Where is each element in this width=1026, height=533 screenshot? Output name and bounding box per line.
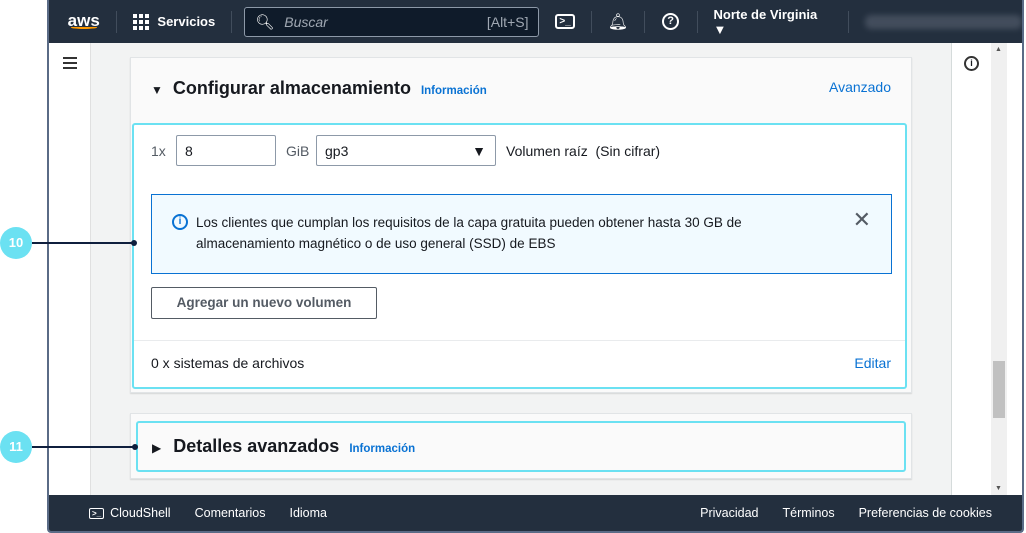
volume-size-input[interactable]: 8 [176, 135, 276, 166]
cloudshell-button[interactable]: >_ CloudShell [65, 506, 171, 520]
region-selector[interactable]: Norte de Virginia ▼ [713, 7, 831, 37]
free-tier-alert: i Los clientes que cumplan los requisito… [151, 194, 892, 274]
callout-dot [132, 444, 138, 450]
scroll-up-icon[interactable]: ▲ [995, 46, 1002, 53]
cloudshell-icon: >_ [89, 507, 105, 519]
cloudshell-icon[interactable]: >_ [555, 14, 575, 29]
scrollbar[interactable]: ▲ ▼ [991, 43, 1007, 495]
storage-volume-panel: 1x 8 GiB gp3 ▼ Volumen raíz (Sin cifrar) … [132, 123, 907, 389]
bell-icon[interactable]: 🔔︎ [608, 12, 628, 32]
callout-dot [131, 240, 137, 246]
advanced-details-card: ▶ Detalles avanzados Información [130, 413, 912, 479]
privacy-link[interactable]: Privacidad [700, 506, 758, 520]
footer: >_ CloudShell Comentarios Idioma Privacid… [49, 495, 1022, 531]
account-menu[interactable] [864, 14, 1022, 29]
callout-line [32, 446, 135, 448]
edit-link[interactable]: Editar [854, 355, 891, 371]
close-icon[interactable]: ✕ [853, 209, 871, 231]
callout-badge-11: 11 [0, 431, 32, 463]
caret-down-icon: ▼ [472, 143, 486, 159]
top-nav: aws Servicios 🔍︎ Buscar [Alt+S] >_ 🔔︎ ? … [49, 0, 1022, 43]
advanced-details-header[interactable]: ▶ Detalles avanzados Información [136, 421, 906, 472]
callout-badge-10: 10 [0, 227, 32, 259]
add-volume-button[interactable]: Agregar un nuevo volumen [151, 287, 377, 319]
help-panel: i [951, 43, 991, 495]
cookies-link[interactable]: Preferencias de cookies [859, 506, 992, 520]
info-icon: i [172, 214, 188, 230]
caret-down-icon: ▼ [713, 21, 727, 37]
comments-link[interactable]: Comentarios [195, 506, 266, 520]
left-sidebar [49, 43, 91, 495]
language-link[interactable]: Idioma [289, 506, 327, 520]
caret-down-icon: ▼ [151, 83, 163, 97]
divider [134, 340, 905, 341]
aws-logo[interactable]: aws [67, 12, 100, 29]
callout-line [32, 242, 134, 244]
storage-header[interactable]: ▼ Configurar almacenamiento Información [151, 78, 487, 99]
search-icon: 🔍︎ [255, 13, 275, 31]
scrollbar-thumb[interactable] [993, 361, 1005, 418]
help-icon[interactable]: ? [661, 13, 681, 30]
browser-window: aws Servicios 🔍︎ Buscar [Alt+S] >_ 🔔︎ ? … [47, 0, 1024, 533]
info-icon[interactable]: i [964, 56, 979, 71]
advanced-link[interactable]: Avanzado [829, 79, 891, 95]
scroll-down-icon[interactable]: ▼ [995, 485, 1002, 492]
caret-right-icon: ▶ [152, 441, 162, 455]
info-link[interactable]: Información [421, 85, 487, 97]
services-button[interactable]: Servicios [133, 13, 215, 30]
volume-type-select[interactable]: gp3 ▼ [316, 135, 496, 166]
search-input[interactable]: 🔍︎ Buscar [Alt+S] [244, 6, 540, 37]
terms-link[interactable]: Términos [783, 506, 835, 520]
storage-card: ▼ Configurar almacenamiento Información … [130, 57, 912, 393]
info-link[interactable]: Información [349, 443, 415, 455]
menu-icon[interactable] [63, 57, 77, 72]
grid-icon [133, 13, 150, 30]
main-content: ▼ Configurar almacenamiento Información … [91, 43, 951, 495]
